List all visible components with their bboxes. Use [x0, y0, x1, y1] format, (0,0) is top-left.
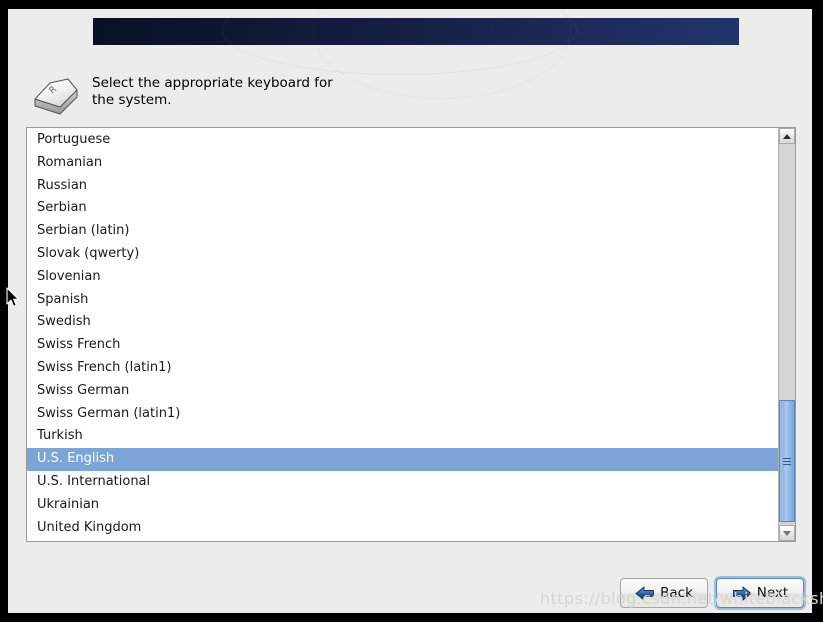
list-item[interactable]: Slovak (qwerty) [27, 243, 778, 266]
list-item[interactable]: United Kingdom [27, 517, 778, 540]
list-item[interactable]: Serbian [27, 197, 778, 220]
scroll-up-button[interactable] [779, 128, 795, 144]
list-item[interactable]: Turkish [27, 425, 778, 448]
list-item[interactable]: Romanian [27, 152, 778, 175]
list-item[interactable]: U.S. International [27, 471, 778, 494]
header-banner [93, 9, 739, 99]
list-item[interactable]: Slovenian [27, 266, 778, 289]
mouse-cursor-icon [6, 287, 20, 309]
list-item[interactable]: Spanish [27, 289, 778, 312]
list-item[interactable]: Swiss German [27, 380, 778, 403]
list-item[interactable]: Swiss German (latin1) [27, 403, 778, 426]
keyboard-list-viewport[interactable]: Portuguese Romanian Russian Serbian Serbian … [27, 128, 778, 541]
installer-window: R Select the appropriate keyboard for th… [8, 9, 812, 613]
watermark-text: https://blog.csdn.net/whiteblacksheep [540, 589, 823, 608]
keyboard-list-box[interactable]: Portuguese Romanian Russian Serbian Serbian … [26, 127, 796, 542]
list-item[interactable]: Russian [27, 175, 778, 198]
screen: R Select the appropriate keyboard for th… [0, 0, 823, 622]
keyboard-list: Portuguese Romanian Russian Serbian Serbian … [27, 128, 778, 539]
list-item[interactable]: Swiss French (latin1) [27, 357, 778, 380]
list-item[interactable]: Swiss French [27, 334, 778, 357]
instruction-block: R Select the appropriate keyboard for th… [30, 67, 730, 117]
list-item[interactable]: Ukrainian [27, 494, 778, 517]
scrollbar-thumb[interactable] [779, 400, 795, 522]
keyboard-key-icon: R [30, 69, 82, 117]
instruction-text: Select the appropriate keyboard for the … [92, 75, 333, 108]
chevron-down-icon [783, 530, 791, 536]
list-item[interactable]: Portuguese [27, 129, 778, 152]
list-item[interactable]: Serbian (latin) [27, 220, 778, 243]
chevron-up-icon [783, 133, 791, 139]
list-item[interactable]: Swedish [27, 311, 778, 334]
list-item[interactable]: U.S. English [27, 448, 778, 471]
scrollbar-grip-icon [783, 456, 791, 467]
vertical-scrollbar[interactable] [778, 128, 795, 541]
scroll-down-button[interactable] [779, 525, 795, 541]
